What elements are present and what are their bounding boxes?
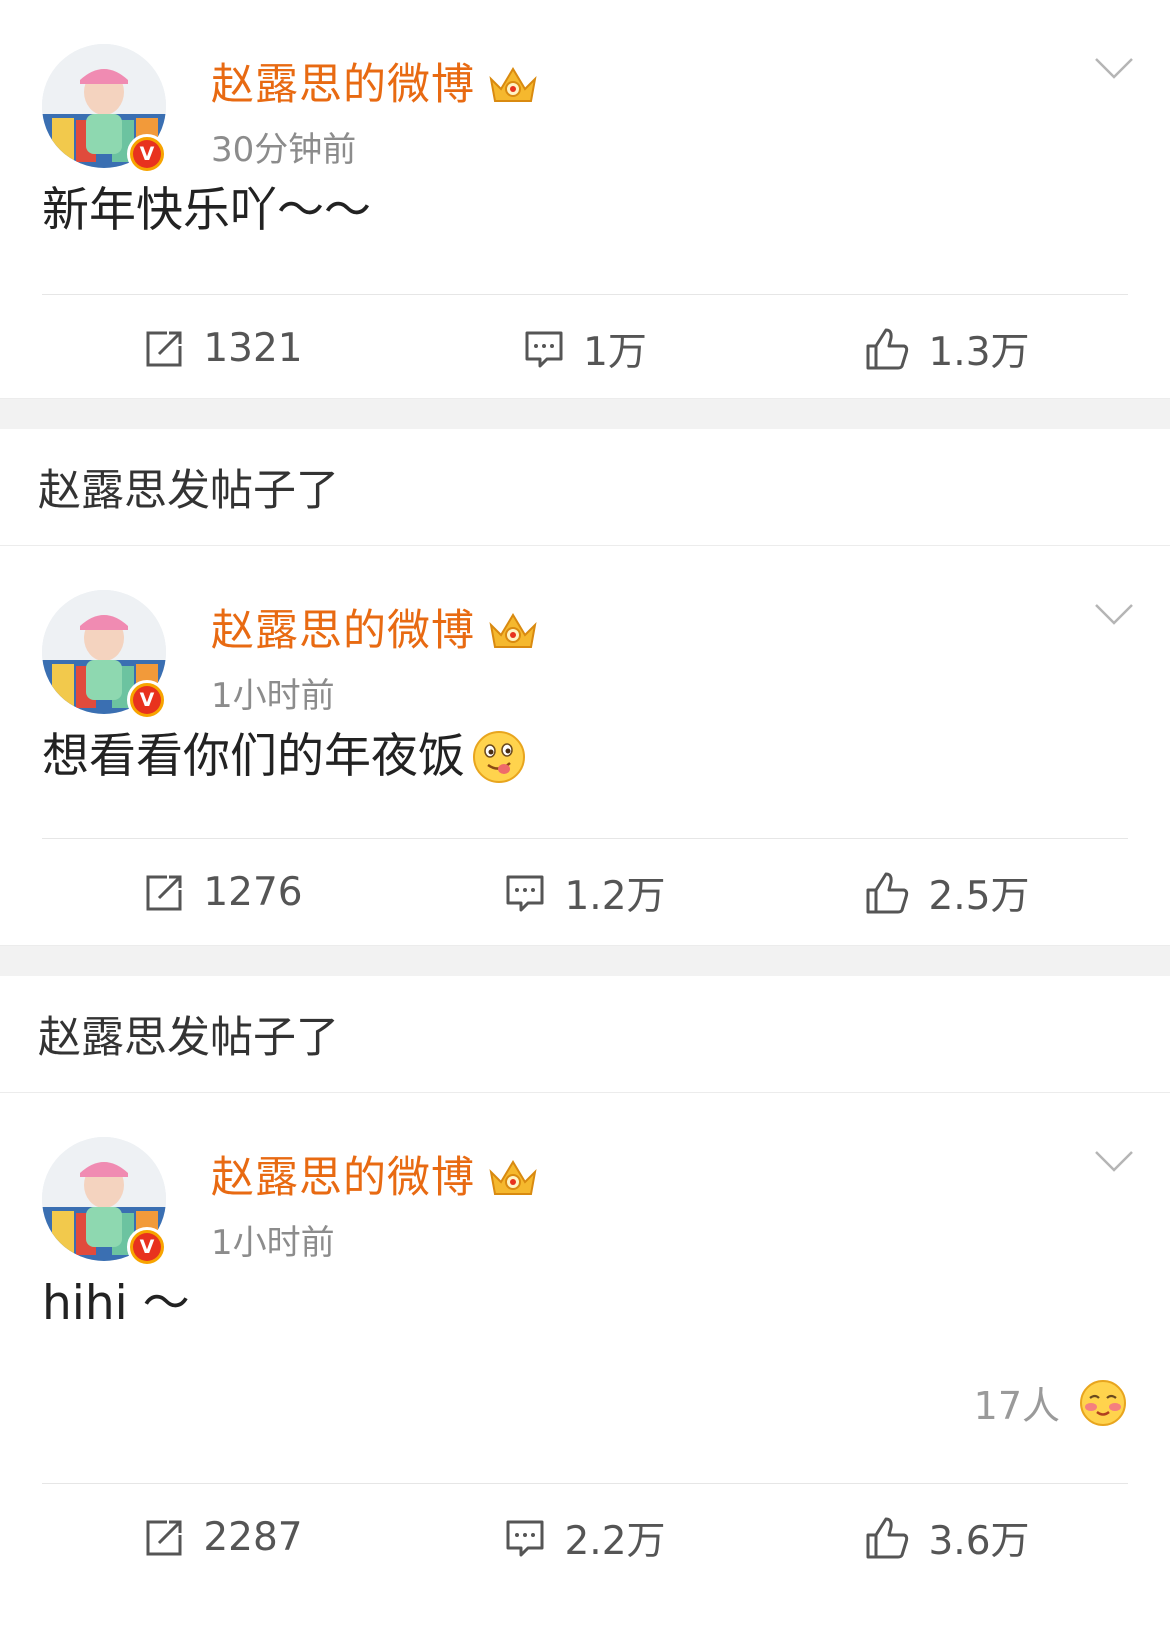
repost-button[interactable]: 1321 [42,326,404,371]
comment-button[interactable]: 2.2万 [404,1510,766,1566]
post-header: V 赵露思的微博 1小时前 [0,1093,1170,1273]
section-title: 赵露思发帖子了 [0,976,1170,1093]
repost-button[interactable]: 1276 [42,870,404,915]
thumbs-up-icon [866,872,909,913]
yum-face-emoji [473,731,525,783]
like-count: 2.5万 [928,873,1030,919]
post-timestamp: 1小时前 [211,1223,335,1263]
post-header: V 赵露思的微博 1小时前 [0,546,1170,726]
author-name[interactable]: 赵露思的微博 [211,1151,475,1205]
thumbs-up-icon [866,328,909,369]
post-text: hihi ～ [42,1276,190,1331]
thumbs-up-icon [866,1517,909,1558]
post-actions: 1276 1.2万 2.5万 [42,838,1128,946]
like-count: 1.3万 [928,329,1030,375]
post-timestamp: 1小时前 [211,676,335,716]
reaction-count: 17人 [973,1384,1060,1428]
verified-v-icon: V [127,1227,167,1267]
like-button[interactable]: 2.5万 [766,865,1128,921]
post-card-2: V 赵露思的微博 1小时前 想看看你们的年夜饭 1276 1.2万 2.5万 [0,546,1170,945]
post-actions: 1321 1万 1.3万 [42,294,1128,402]
comment-count: 2.2万 [564,1518,666,1564]
repost-count: 2287 [203,1515,303,1560]
crown-icon [489,67,537,102]
like-count: 3.6万 [928,1518,1030,1564]
repost-count: 1321 [203,326,303,371]
author-name[interactable]: 赵露思的微博 [211,58,475,112]
post-timestamp: 30分钟前 [211,130,357,170]
repost-icon [146,875,182,910]
repost-icon [146,331,182,366]
comment-count: 1万 [583,329,647,375]
comment-button[interactable]: 1万 [404,321,766,377]
chevron-down-icon[interactable] [1094,602,1134,626]
post-text: 新年快乐吖～～ [42,183,371,238]
post-header: V 赵露思的微博 30分钟前 [0,0,1170,180]
post-card-3: V 赵露思的微博 1小时前 hihi ～ 17人 2287 2.2万 3.6万 [0,1093,1170,1593]
repost-button[interactable]: 2287 [42,1515,404,1560]
repost-count: 1276 [203,870,303,915]
reaction-summary[interactable]: 17人 [974,1375,1128,1430]
like-button[interactable]: 1.3万 [766,321,1128,377]
crown-icon [489,613,537,648]
crown-icon [489,1160,537,1195]
comment-icon [506,875,544,911]
repost-icon [146,1520,182,1555]
comment-icon [506,1520,544,1556]
feed-divider [0,398,1170,429]
verified-v-icon: V [127,134,167,174]
verified-v-icon: V [127,680,167,720]
post-card-1: V 赵露思的微博 30分钟前 新年快乐吖～～ 1321 1万 1.3万 [0,0,1170,398]
like-button[interactable]: 3.6万 [766,1510,1128,1566]
comment-button[interactable]: 1.2万 [404,865,766,921]
feed-divider [0,945,1170,976]
author-name[interactable]: 赵露思的微博 [211,604,475,658]
section-title: 赵露思发帖子了 [0,429,1170,546]
blushing-face-emoji [1080,1379,1126,1426]
comment-count: 1.2万 [564,873,666,919]
chevron-down-icon[interactable] [1094,56,1134,80]
chevron-down-icon[interactable] [1094,1149,1134,1173]
post-text: 想看看你们的年夜饭 [0,726,1170,838]
post-actions: 2287 2.2万 3.6万 [42,1483,1128,1591]
comment-icon [525,331,563,367]
